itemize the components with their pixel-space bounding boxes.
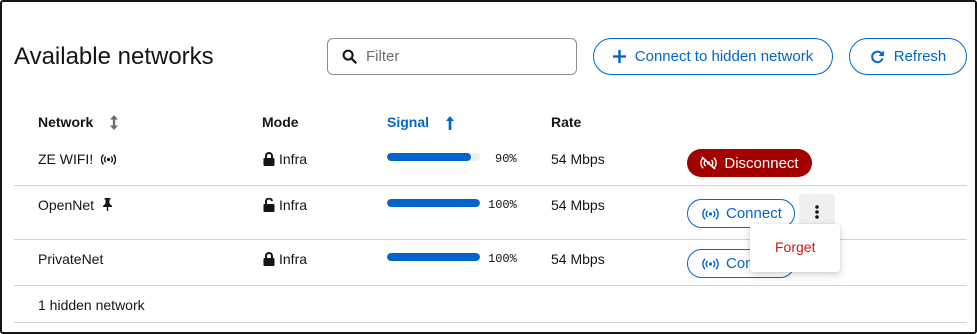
- lock-icon: [263, 252, 275, 266]
- wifi-broadcast-icon: [702, 207, 719, 220]
- column-header-rate[interactable]: Rate: [551, 114, 581, 130]
- row-divider: [14, 185, 967, 186]
- refresh-button[interactable]: Refresh: [849, 38, 967, 75]
- rate-value: 54 Mbps: [551, 151, 605, 167]
- row-actions-menu: Forget: [750, 224, 840, 272]
- wifi-off-icon: [700, 156, 718, 170]
- mode-label: Infra: [279, 151, 308, 167]
- menu-item-forget[interactable]: Forget: [775, 239, 815, 255]
- table-row-mode: Infra: [263, 251, 307, 267]
- filter-box[interactable]: [327, 38, 577, 75]
- network-name: PrivateNet: [38, 251, 104, 267]
- connect-hidden-network-button[interactable]: Connect to hidden network: [593, 38, 833, 75]
- plus-icon: [612, 50, 626, 63]
- mode-label: Infra: [279, 197, 308, 213]
- filter-input[interactable]: [366, 48, 556, 65]
- page-title: Available networks: [14, 43, 214, 70]
- table-row-mode: Infra: [263, 151, 307, 167]
- pin-icon: [102, 198, 112, 211]
- row-divider: [14, 322, 967, 323]
- connect-label: Connect: [726, 205, 782, 222]
- table-row-network-name: OpenNet: [38, 197, 113, 213]
- column-header-signal-label: Signal: [387, 114, 430, 130]
- rate-value: 54 Mbps: [551, 197, 605, 213]
- mode-label: Infra: [279, 251, 308, 267]
- signal-percent: 100%: [488, 198, 517, 212]
- signal-bar-fill: [387, 253, 480, 261]
- signal-percent: 90%: [495, 152, 517, 166]
- signal-bar-fill: [387, 153, 471, 161]
- signal-bar: [387, 199, 480, 207]
- networks-panel: Available networks Connect to hidden net…: [0, 0, 977, 334]
- network-name: OpenNet: [38, 197, 95, 213]
- refresh-icon: [870, 50, 884, 64]
- signal-bar-fill: [387, 199, 480, 207]
- signal-bar: [387, 153, 480, 161]
- search-icon: [342, 49, 357, 64]
- table-row-network-name: ZE WIFI!: [38, 151, 117, 167]
- refresh-label: Refresh: [893, 48, 947, 65]
- signal-bar: [387, 253, 480, 261]
- hidden-networks-count: 1 hidden network: [38, 297, 145, 313]
- kebab-icon: [815, 205, 819, 219]
- row-divider: [14, 285, 967, 286]
- wifi-broadcast-icon: [100, 154, 117, 165]
- table-row-network-name: PrivateNet: [38, 251, 103, 267]
- column-header-mode[interactable]: Mode: [262, 114, 299, 130]
- column-header-network-label: Network: [38, 114, 94, 130]
- table-row-mode: Infra: [263, 197, 307, 213]
- disconnect-button[interactable]: Disconnect: [687, 149, 812, 177]
- disconnect-label: Disconnect: [724, 154, 799, 172]
- unlock-icon: [263, 197, 275, 212]
- rate-value: 54 Mbps: [551, 251, 605, 267]
- wifi-broadcast-icon: [702, 257, 719, 270]
- lock-icon: [263, 152, 275, 166]
- connect-hidden-network-label: Connect to hidden network: [634, 48, 814, 65]
- signal-percent: 100%: [488, 252, 517, 266]
- column-header-signal[interactable]: Signal: [387, 114, 455, 130]
- column-header-network[interactable]: Network: [38, 114, 119, 130]
- sort-arrows-icon: [110, 115, 119, 130]
- network-name: ZE WIFI!: [38, 151, 94, 167]
- sort-ascending-icon: [445, 116, 454, 130]
